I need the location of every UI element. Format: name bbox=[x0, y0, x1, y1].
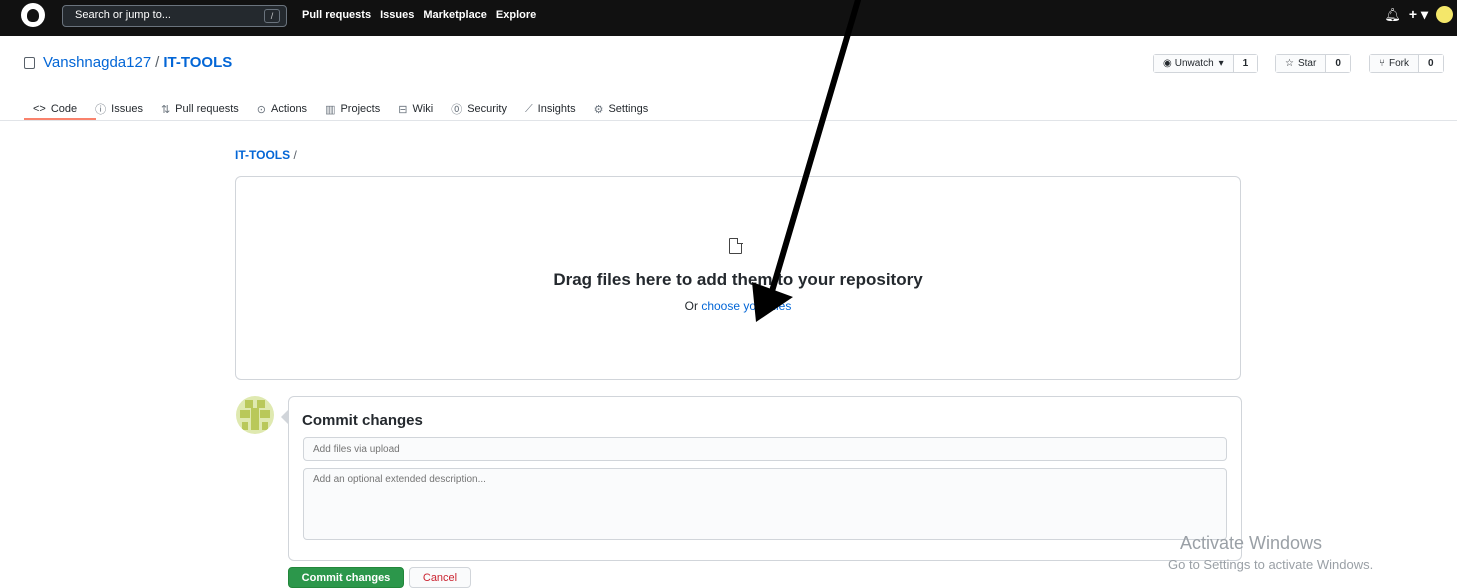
search-placeholder: Search or jump to... bbox=[75, 9, 171, 21]
fork-group: ⑂ Fork 0 bbox=[1369, 54, 1444, 73]
tab-issues[interactable]: ⓘ Issues bbox=[86, 98, 152, 120]
nav-issues[interactable]: Issues bbox=[380, 9, 414, 21]
settings-icon: ⚙ bbox=[593, 103, 604, 116]
breadcrumb-repo-link[interactable]: IT-TOOLS bbox=[235, 148, 290, 162]
fork-icon: ⑂ bbox=[1379, 58, 1385, 69]
tab-settings[interactable]: ⚙ Settings bbox=[585, 98, 658, 120]
file-dropzone[interactable]: Drag files here to add them to your repo… bbox=[235, 176, 1241, 380]
unwatch-label: Unwatch bbox=[1174, 58, 1214, 69]
bell-icon[interactable]: 🔔︎ bbox=[1384, 7, 1401, 23]
tab-label: Pull requests bbox=[175, 103, 239, 115]
projects-icon: ▥ bbox=[325, 103, 336, 116]
dropzone-or: Or bbox=[684, 299, 698, 313]
tab-wiki[interactable]: ⊟ Wiki bbox=[389, 98, 442, 120]
commit-changes-button[interactable]: Commit changes bbox=[288, 567, 404, 588]
tab-label: Issues bbox=[111, 103, 143, 115]
actions-icon: ⊙ bbox=[256, 103, 266, 116]
star-group: ☆ Star 0 bbox=[1275, 54, 1351, 73]
file-icon bbox=[729, 237, 743, 254]
repo-separator: / bbox=[155, 54, 160, 71]
fork-label: Fork bbox=[1389, 58, 1409, 69]
user-avatar[interactable] bbox=[1436, 6, 1453, 23]
stars-count[interactable]: 0 bbox=[1326, 55, 1350, 72]
activate-windows-subtitle: Go to Settings to activate Windows. bbox=[1168, 557, 1374, 572]
star-label: Star bbox=[1297, 58, 1317, 69]
forks-count[interactable]: 0 bbox=[1419, 55, 1443, 72]
tab-label: Projects bbox=[340, 103, 381, 115]
repo-title: Vanshnagda127 / IT-TOOLS bbox=[24, 54, 232, 71]
cancel-button[interactable]: Cancel bbox=[409, 567, 471, 588]
activate-windows-title: Activate Windows bbox=[1180, 533, 1323, 553]
repo-icon bbox=[24, 56, 35, 69]
unwatch-button[interactable]: ◉ Unwatch ▾ bbox=[1154, 55, 1234, 72]
tab-actions[interactable]: ⊙ Actions bbox=[248, 98, 316, 120]
commit-description-input[interactable] bbox=[303, 468, 1227, 540]
committer-avatar bbox=[236, 396, 274, 434]
dropzone-subtitle: Or choose your files bbox=[236, 299, 1240, 313]
tab-label: Code bbox=[50, 103, 78, 115]
repo-name-link[interactable]: IT-TOOLS bbox=[163, 54, 232, 71]
dropzone-title: Drag files here to add them to your repo… bbox=[553, 270, 923, 289]
wiki-icon: ⊟ bbox=[398, 103, 408, 116]
nav-pull-requests[interactable]: Pull requests bbox=[302, 9, 371, 21]
fork-button[interactable]: ⑂ Fork bbox=[1370, 55, 1419, 72]
repo-tabs: <> Code ⓘ Issues ⇅ Pull requests ⊙ Actions ▥… bbox=[24, 98, 657, 120]
tab-label: Wiki bbox=[412, 103, 434, 115]
code-icon: <> bbox=[33, 103, 46, 115]
tab-insights[interactable]: ⟋ Insights bbox=[516, 98, 585, 120]
watchers-count[interactable]: 1 bbox=[1233, 55, 1258, 72]
repo-owner-link[interactable]: Vanshnagda127 bbox=[43, 54, 151, 71]
global-header: Search or jump to... / Pull requests Iss… bbox=[0, 0, 1457, 36]
search-input[interactable]: Search or jump to... / bbox=[62, 5, 287, 27]
choose-files-link[interactable]: choose your files bbox=[701, 299, 791, 313]
commit-box-caret bbox=[281, 410, 288, 424]
header-actions: 🔔︎ + ▾ bbox=[1384, 6, 1457, 23]
unwatch-group: ◉ Unwatch ▾ 1 bbox=[1153, 54, 1259, 73]
tab-code[interactable]: <> Code bbox=[24, 98, 86, 120]
tab-projects[interactable]: ▥ Projects bbox=[316, 98, 389, 120]
github-logo-icon[interactable] bbox=[21, 3, 45, 27]
nav-explore[interactable]: Explore bbox=[496, 9, 536, 21]
tab-label: Insights bbox=[537, 103, 576, 115]
slash-shortcut-key: / bbox=[264, 9, 280, 23]
commit-title: Commit changes bbox=[302, 412, 423, 429]
tab-pull-requests[interactable]: ⇅ Pull requests bbox=[152, 98, 248, 120]
eye-icon: ◉ bbox=[1163, 58, 1172, 69]
global-nav: Pull requests Issues Marketplace Explore bbox=[302, 9, 536, 21]
breadcrumb: IT-TOOLS / bbox=[235, 148, 297, 162]
tab-label: Settings bbox=[608, 103, 649, 115]
issues-icon: ⓘ bbox=[95, 104, 107, 116]
tabs-divider bbox=[0, 120, 1457, 121]
chevron-down-icon: ▾ bbox=[1218, 58, 1224, 69]
breadcrumb-slash: / bbox=[293, 148, 297, 162]
nav-marketplace[interactable]: Marketplace bbox=[423, 9, 487, 21]
tab-label: Actions bbox=[270, 103, 308, 115]
insights-icon: ⟋ bbox=[524, 102, 533, 115]
tab-label: Security bbox=[467, 103, 507, 115]
pull-request-icon: ⇅ bbox=[160, 103, 171, 116]
tab-security[interactable]: ⓪ Security bbox=[442, 98, 516, 120]
star-icon: ☆ bbox=[1285, 58, 1294, 69]
star-button[interactable]: ☆ Star bbox=[1276, 55, 1327, 72]
security-icon: ⓪ bbox=[451, 104, 463, 116]
plus-icon[interactable]: + ▾ bbox=[1409, 6, 1428, 23]
commit-summary-input[interactable] bbox=[303, 437, 1227, 461]
